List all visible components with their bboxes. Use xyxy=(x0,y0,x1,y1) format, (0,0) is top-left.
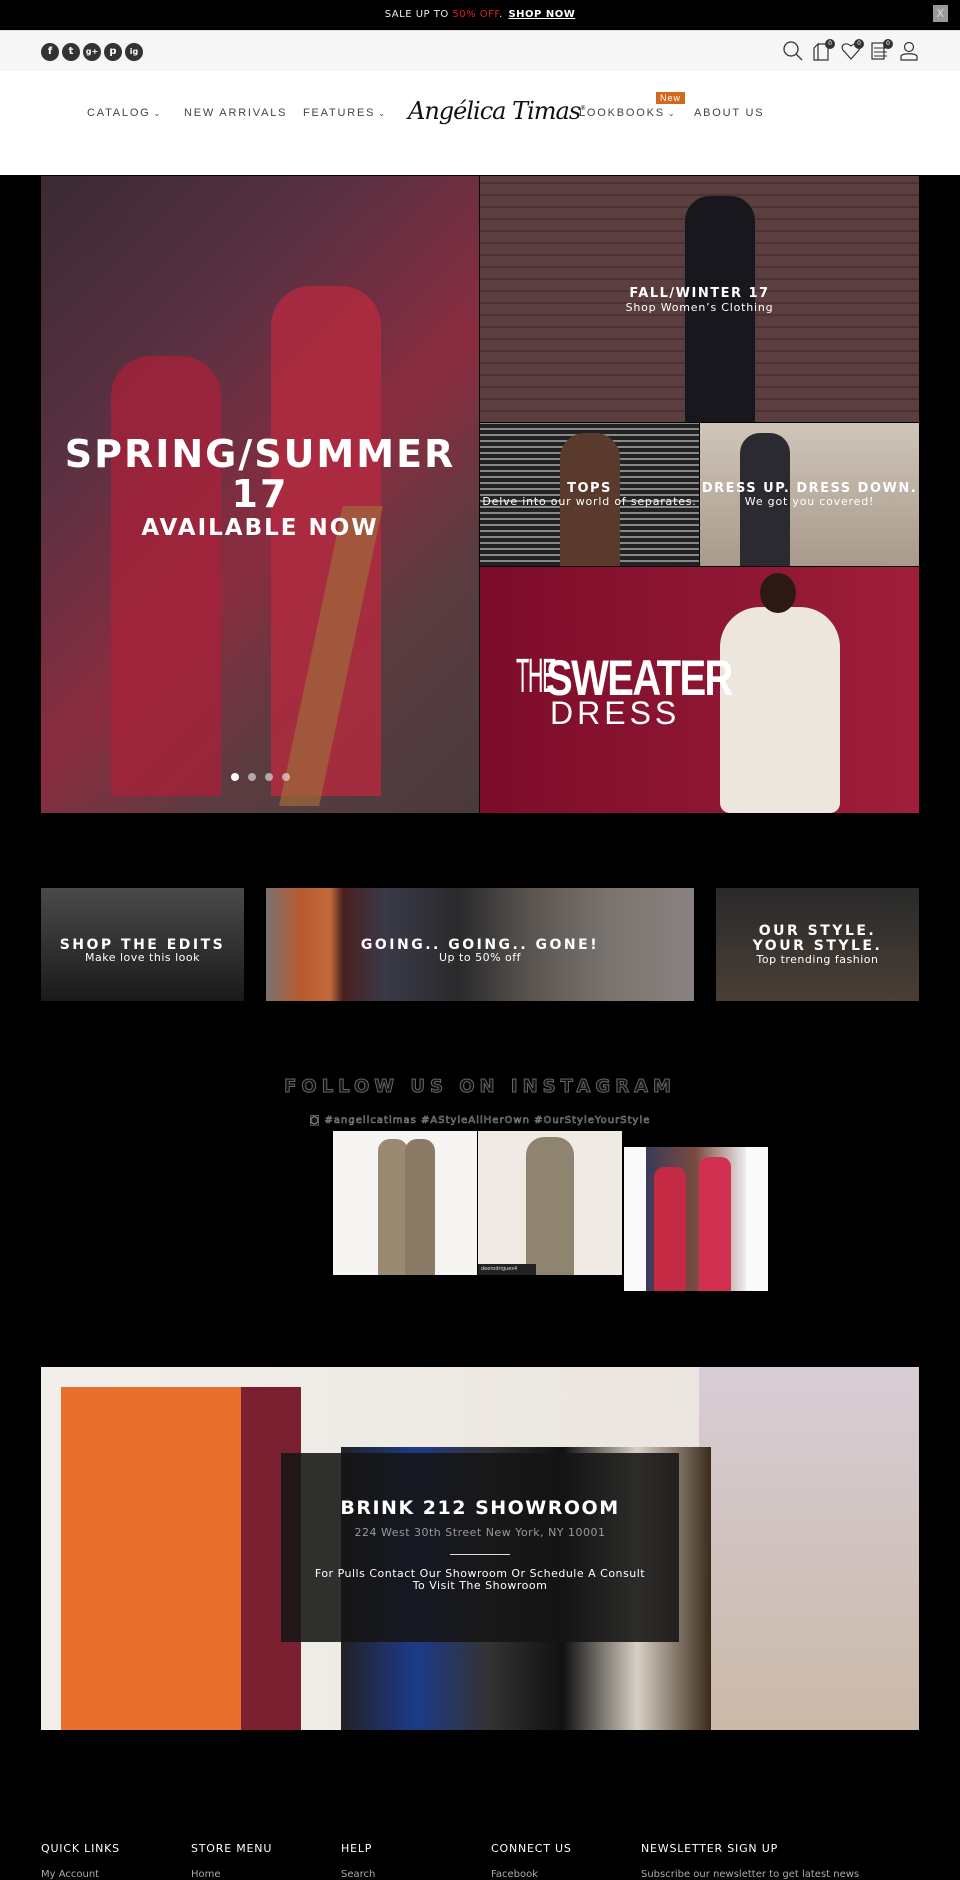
banner-shop-edits[interactable]: SHOP THE EDITS Make love this look xyxy=(41,888,244,1001)
nav-features[interactable]: FEATURES ⌄ xyxy=(303,107,387,119)
main-navigation: CATALOG ⌄ NEW ARRIVALS FEATURES ⌄ Angélica… xyxy=(0,71,960,175)
logo-text: Angélica Timas xyxy=(408,97,581,125)
tile-fall-winter[interactable]: FALL/WINTER 17 Shop Women’s Clothing xyxy=(480,176,919,422)
tile-tops[interactable]: TOPS Delve into our world of separates. xyxy=(480,423,699,566)
nav-new-arrivals[interactable]: NEW ARRIVALS xyxy=(184,107,287,119)
showroom-info-box: BRINK 212 SHOWROOM 224 West 30th Street … xyxy=(281,1453,679,1642)
instagram-icon[interactable]: ig xyxy=(125,43,143,61)
footer-heading-quick-links: QUICK LINKS xyxy=(41,1842,120,1855)
nav-lookbooks[interactable]: LOOKBOOKS ⌄ xyxy=(579,107,676,119)
tile-dress-up[interactable]: DRESS UP. DRESS DOWN. We got you covered… xyxy=(700,423,919,566)
footer-heading-newsletter: NEWSLETTER SIGN UP xyxy=(641,1842,779,1855)
instagram-hashtags: ◙ #angelicatimas #AStyleAllHerOwn #OurSt… xyxy=(0,1115,960,1127)
showroom-cta-line: To Visit The Showroom xyxy=(412,1579,548,1592)
instagram-photo[interactable]: deerodrigues4 xyxy=(478,1131,622,1275)
showroom-image xyxy=(61,1387,261,1730)
showroom-title: BRINK 212 SHOWROOM xyxy=(340,1497,620,1519)
compare-count: 0 xyxy=(883,39,893,49)
sweater-the-text: THE xyxy=(516,650,557,703)
utility-icons: 0 0 0 xyxy=(782,39,920,62)
slider-dots xyxy=(231,773,290,781)
hashtags-text: #angelicatimas #AStyleAllHerOwn #OurStyl… xyxy=(324,1115,651,1127)
tile-subtitle: Delve into our world of separates. xyxy=(482,495,697,508)
model-head-image xyxy=(760,573,796,613)
footer-heading-connect: CONNECT US xyxy=(491,1842,572,1855)
nav-features-label: FEATURES xyxy=(303,107,376,119)
instagram-icon: ◙ xyxy=(309,1115,325,1127)
tile-subtitle: We got you covered! xyxy=(744,495,875,508)
brand-logo[interactable]: Angélica Timas® xyxy=(408,97,586,125)
twitter-icon[interactable]: t xyxy=(62,43,80,61)
cart-icon[interactable]: 0 xyxy=(811,39,835,62)
search-icon[interactable] xyxy=(782,40,804,62)
showroom-background xyxy=(699,1367,919,1730)
nav-catalog-label: CATALOG xyxy=(87,107,151,119)
tile-title: DRESS UP. DRESS DOWN. xyxy=(701,481,918,496)
model-image xyxy=(111,356,221,796)
chevron-down-icon: ⌄ xyxy=(378,109,387,118)
nav-lookbooks-label: LOOKBOOKS xyxy=(579,107,665,119)
cart-count: 0 xyxy=(825,39,835,49)
tile-title: TOPS xyxy=(567,481,612,496)
chevron-down-icon: ⌄ xyxy=(153,109,163,118)
banner-title: OUR STYLE. YOUR STYLE. xyxy=(752,923,883,954)
sweater-dress-title: THESWEATER DRESS xyxy=(516,649,778,731)
photo-credit: deerodrigues4 xyxy=(478,1264,536,1275)
close-announcement-button[interactable]: X xyxy=(933,5,948,22)
tile-subtitle: Shop Women’s Clothing xyxy=(625,301,774,314)
social-links: f t g+ p ig xyxy=(41,43,143,61)
compare-icon[interactable]: 0 xyxy=(869,39,893,62)
slide-title: SPRING/SUMMER xyxy=(64,432,456,476)
hero-section: SPRING/SUMMER 17 AVAILABLE NOW FALL/WINT… xyxy=(41,176,919,813)
divider xyxy=(450,1554,510,1555)
banner-subtitle: Make love this look xyxy=(85,951,200,964)
showroom-cta: For Pulls Contact Our Showroom Or Schedu… xyxy=(281,1568,679,1592)
photo-figure xyxy=(699,1157,731,1291)
account-icon[interactable] xyxy=(898,40,920,62)
instagram-photo[interactable] xyxy=(333,1131,477,1275)
photo-figure xyxy=(378,1139,408,1275)
showroom-section: BRINK 212 SHOWROOM 224 West 30th Street … xyxy=(41,1367,919,1730)
slider-dot[interactable] xyxy=(282,773,290,781)
announcement-bar: SALE UP TO 50% OFF. SHOP NOW X xyxy=(0,0,960,30)
shop-now-link[interactable]: SHOP NOW xyxy=(508,9,575,20)
instagram-photo[interactable] xyxy=(624,1147,768,1291)
new-badge: New xyxy=(656,92,686,104)
photo-figure xyxy=(405,1139,435,1275)
slide-title-year: 17 xyxy=(231,472,289,516)
nav-catalog[interactable]: CATALOG ⌄ xyxy=(87,107,162,119)
announcement-text: SALE UP TO xyxy=(384,9,453,20)
photo-figure xyxy=(654,1167,686,1291)
footer-heading-store-menu: STORE MENU xyxy=(191,1842,273,1855)
showroom-address: 224 West 30th Street New York, NY 10001 xyxy=(354,1526,606,1539)
slider-dot[interactable] xyxy=(248,773,256,781)
utility-bar: f t g+ p ig 0 0 0 xyxy=(0,30,960,71)
model-image xyxy=(720,607,840,813)
nav-about-us[interactable]: ABOUT US xyxy=(694,107,764,119)
slide-subtitle: AVAILABLE NOW xyxy=(141,515,379,541)
photo-figure xyxy=(526,1137,574,1275)
hero-slider[interactable]: SPRING/SUMMER 17 AVAILABLE NOW xyxy=(41,176,479,813)
banner-going-gone[interactable]: GOING.. GOING.. GONE! Up to 50% off xyxy=(266,888,694,1001)
google-plus-icon[interactable]: g+ xyxy=(83,43,101,61)
tile-title: FALL/WINTER 17 xyxy=(629,286,770,301)
instagram-title: FOLLOW US ON INSTAGRAM xyxy=(284,1076,676,1098)
announcement-discount: 50% OFF xyxy=(452,9,500,20)
slider-dot[interactable] xyxy=(231,773,239,781)
promo-banners: SHOP THE EDITS Make love this look GOING… xyxy=(41,888,919,1001)
banner-subtitle: Up to 50% off xyxy=(439,951,521,964)
announcement-suffix: . xyxy=(499,9,503,20)
facebook-icon[interactable]: f xyxy=(41,43,59,61)
banner-our-style[interactable]: OUR STYLE. YOUR STYLE. Top trending fash… xyxy=(716,888,919,1001)
banner-subtitle: Top trending fashion xyxy=(756,953,879,966)
pinterest-icon[interactable]: p xyxy=(104,43,122,61)
sweater-dress-text: DRESS xyxy=(550,695,681,731)
wishlist-icon[interactable]: 0 xyxy=(840,39,864,62)
slider-dot[interactable] xyxy=(265,773,273,781)
chevron-down-icon: ⌄ xyxy=(667,109,677,118)
wishlist-count: 0 xyxy=(854,39,864,49)
footer-heading-help: HELP xyxy=(341,1842,373,1855)
tile-sweater-dress[interactable]: THESWEATER DRESS xyxy=(480,567,919,813)
